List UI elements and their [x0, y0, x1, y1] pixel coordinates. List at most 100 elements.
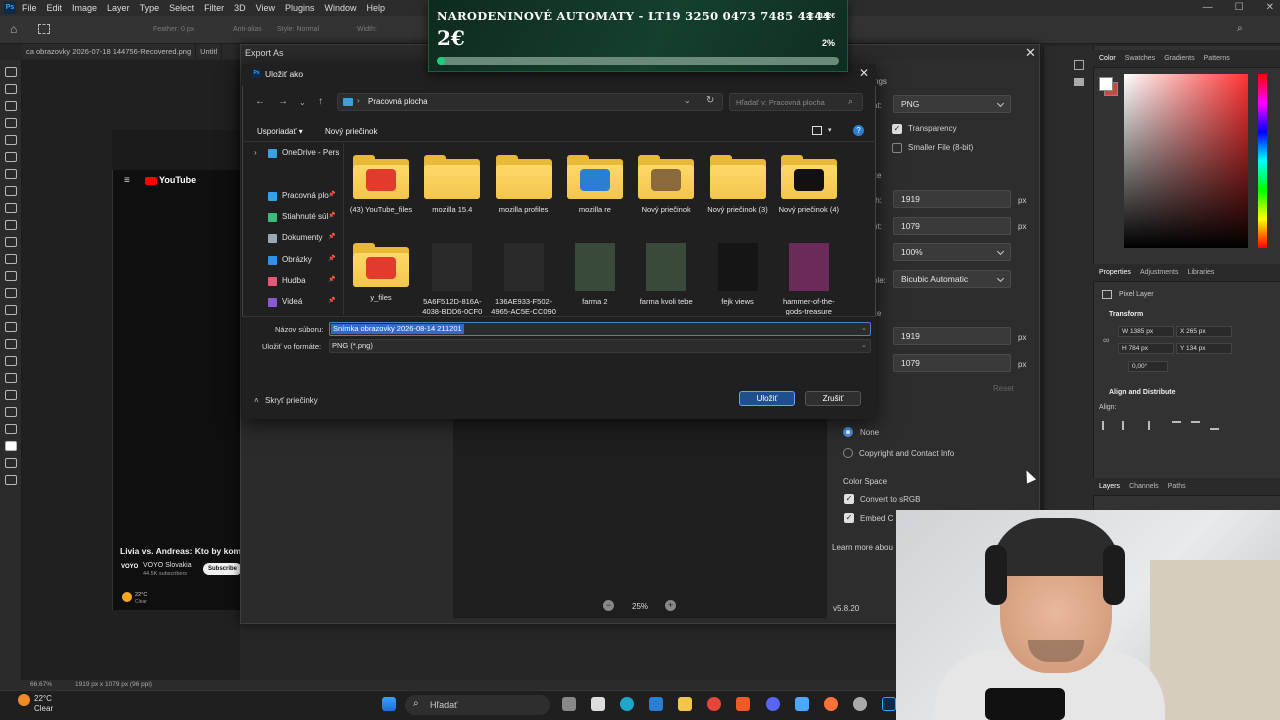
canvas-width-input[interactable]: 1919	[893, 327, 1011, 345]
screen-mode-icon[interactable]	[4, 475, 17, 485]
search-input[interactable]: Hľadať v: Pracovná plocha	[729, 93, 863, 111]
color-swatch-icon[interactable]	[4, 441, 17, 451]
file-item[interactable]: farma 2	[562, 243, 628, 307]
address-bar[interactable]: Pracovná plocha	[337, 93, 723, 111]
folder-item[interactable]: mozilla profiles	[491, 155, 557, 215]
settings-gear-icon[interactable]	[853, 697, 867, 711]
menu-file[interactable]: File	[22, 3, 37, 13]
eraser-tool-icon[interactable]	[4, 254, 17, 264]
home-icon[interactable]: ⌂	[10, 22, 17, 36]
up-arrow-icon[interactable]: ↑	[318, 96, 323, 107]
menu-select[interactable]: Select	[169, 3, 194, 13]
history-brush-icon[interactable]	[4, 237, 17, 247]
align-bottom-icon[interactable]	[1210, 421, 1219, 430]
brave-icon[interactable]	[736, 697, 750, 711]
angle-value[interactable]: 0,00°	[1128, 361, 1168, 372]
tab-patterns[interactable]: Patterns	[1204, 55, 1230, 62]
tab-properties[interactable]: Properties	[1099, 269, 1131, 276]
menu-type[interactable]: Type	[140, 3, 160, 13]
move-tool-icon[interactable]	[4, 67, 17, 77]
view-options-icon[interactable]	[812, 126, 822, 135]
format-select[interactable]: PNG	[893, 95, 1011, 113]
type-tool-icon[interactable]	[4, 339, 17, 349]
photoshop-taskbar-icon[interactable]	[882, 697, 896, 711]
menu-window[interactable]: Window	[325, 3, 357, 13]
learn-more-link[interactable]: Learn more abou	[832, 543, 893, 552]
marquee-tool-icon[interactable]	[38, 24, 50, 34]
embed-profile-checkbox[interactable]: ✓	[844, 513, 854, 523]
chrome-icon[interactable]	[707, 697, 721, 711]
close-icon[interactable]: ✕	[1266, 2, 1274, 13]
hide-folders-chevron-icon[interactable]: ˄	[254, 396, 259, 405]
smaller-file-checkbox[interactable]	[892, 143, 902, 153]
height-value[interactable]: H 784 px	[1118, 343, 1174, 354]
help-icon[interactable]: ?	[853, 125, 864, 136]
align-center-icon[interactable]	[1122, 421, 1131, 430]
path-select-icon[interactable]	[4, 356, 17, 366]
more-tools-icon[interactable]	[4, 424, 17, 434]
scale-select[interactable]: 100%	[893, 243, 1011, 261]
recent-chevron-icon[interactable]: ⌄	[299, 98, 306, 107]
nav-item[interactable]: OneDrive - Pers	[282, 148, 339, 157]
pen-tool-icon[interactable]	[4, 322, 17, 332]
nav-item[interactable]: Obrázky	[282, 255, 312, 264]
marquee-tool-icon[interactable]	[4, 84, 17, 94]
file-item[interactable]: 5A6F512D-816A-4038-BDD6-0CF0	[419, 243, 485, 315]
back-arrow-icon[interactable]: ←	[255, 96, 265, 107]
save-button[interactable]: Uložiť	[739, 391, 795, 406]
nav-item[interactable]: Stiahnuté súl	[282, 212, 328, 221]
maximize-icon[interactable]: ☐	[1235, 2, 1244, 13]
nav-item[interactable]: Dokumenty	[282, 233, 322, 242]
menu-layer[interactable]: Layer	[107, 3, 130, 13]
search-icon[interactable]: ⌕	[1237, 23, 1243, 34]
metadata-copyright-radio[interactable]	[843, 448, 853, 458]
format-select[interactable]: PNG (*.png)	[329, 339, 871, 353]
address-dropdown-icon[interactable]: ⌄	[684, 96, 691, 105]
new-folder-button[interactable]: Nový priečinok	[325, 127, 377, 136]
store-icon[interactable]	[591, 697, 605, 711]
tab-channels[interactable]: Channels	[1129, 483, 1159, 490]
convert-srgb-checkbox[interactable]: ✓	[844, 494, 854, 504]
taskbar-search[interactable]: Hľadať	[405, 695, 550, 715]
document-tab[interactable]: Untitl	[196, 44, 223, 59]
zoom-tool-icon[interactable]	[4, 407, 17, 417]
dodge-tool-icon[interactable]	[4, 305, 17, 315]
eyedropper-tool-icon[interactable]	[4, 169, 17, 179]
metadata-none-radio[interactable]	[843, 427, 853, 437]
filename-dropdown-icon[interactable]: ⌄	[861, 324, 867, 332]
brush-tool-icon[interactable]	[4, 203, 17, 213]
link-icon[interactable]: ∞	[1103, 335, 1109, 345]
edge-icon[interactable]	[620, 697, 634, 711]
folder-item[interactable]: Nový priečinok (4)	[776, 155, 842, 215]
object-select-tool-icon[interactable]	[4, 118, 17, 128]
tab-color[interactable]: Color	[1099, 55, 1116, 62]
close-icon[interactable]: ✕	[859, 66, 869, 80]
folder-item[interactable]: mozilla 15.4	[419, 155, 485, 215]
nav-item[interactable]: Hudba	[282, 276, 306, 285]
forward-arrow-icon[interactable]: →	[278, 96, 288, 107]
healing-tool-icon[interactable]	[4, 186, 17, 196]
gradient-tool-icon[interactable]	[4, 271, 17, 281]
crop-tool-icon[interactable]	[4, 135, 17, 145]
firefox-icon[interactable]	[824, 697, 838, 711]
comments-icon[interactable]	[1074, 78, 1084, 86]
tab-layers[interactable]: Layers	[1099, 483, 1120, 490]
menu-plugins[interactable]: Plugins	[285, 3, 315, 13]
menu-filter[interactable]: Filter	[204, 3, 224, 13]
menu-help[interactable]: Help	[367, 3, 386, 13]
cancel-button[interactable]: Zrušiť	[805, 391, 861, 406]
color-picker-field[interactable]	[1124, 74, 1248, 248]
zoom-out-icon[interactable]: −	[603, 600, 614, 611]
x-value[interactable]: X 265 px	[1176, 326, 1232, 337]
width-input[interactable]: 1919	[893, 190, 1011, 208]
organize-button[interactable]: Usporiadať ▾	[257, 127, 303, 136]
zoom-level[interactable]: 66.67%	[30, 681, 52, 688]
tab-swatches[interactable]: Swatches	[1125, 55, 1155, 62]
transparency-checkbox[interactable]: ✓	[892, 124, 902, 134]
quick-mask-icon[interactable]	[4, 458, 17, 468]
tab-adjustments[interactable]: Adjustments	[1140, 269, 1179, 276]
tab-libraries[interactable]: Libraries	[1188, 269, 1215, 276]
document-tab[interactable]: ca obrazovky 2026-07-18 144756-Recovered…	[22, 44, 197, 59]
expand-chevron-icon[interactable]: ›	[254, 148, 257, 157]
hand-tool-icon[interactable]	[4, 390, 17, 400]
